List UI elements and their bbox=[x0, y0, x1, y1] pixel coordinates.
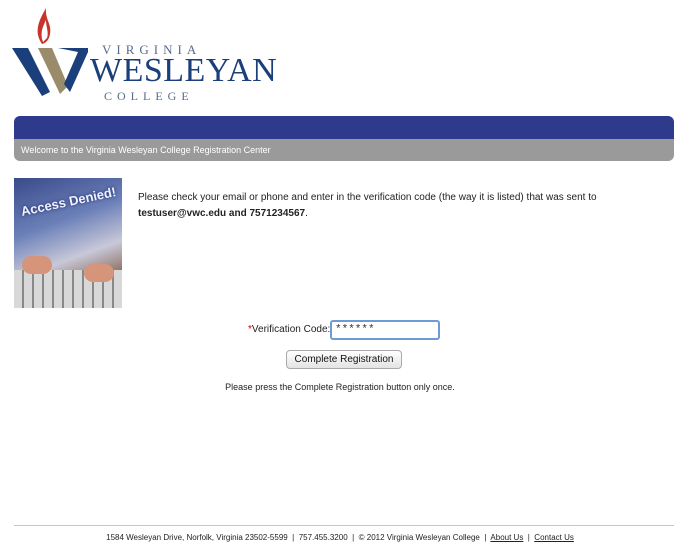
and-word: and bbox=[228, 208, 247, 219]
instructions-body: Please check your email or phone and ent… bbox=[138, 192, 597, 203]
footer-separator: | bbox=[527, 533, 530, 542]
footer-copyright: © 2012 Virginia Wesleyan College bbox=[358, 533, 480, 542]
footer-separator: | bbox=[352, 533, 355, 542]
verification-label: *Verification Code: bbox=[248, 324, 330, 335]
footer-address: 1584 Wesleyan Drive, Norfolk, Virginia 2… bbox=[106, 533, 288, 542]
verification-code-input[interactable] bbox=[330, 320, 440, 340]
submit-note: Please press the Complete Registration b… bbox=[225, 382, 455, 392]
about-us-link[interactable]: About Us bbox=[490, 533, 523, 542]
footer-separator: | bbox=[484, 533, 487, 542]
verification-label-text: Verification Code: bbox=[251, 324, 331, 335]
hand-graphic bbox=[22, 256, 52, 274]
end-period: . bbox=[305, 208, 308, 219]
logo-college: COLLEGE bbox=[104, 89, 194, 103]
college-logo: VIRGINIA WESLEYAN COLLEGE bbox=[12, 4, 277, 104]
footer-divider bbox=[14, 525, 674, 526]
logo-wesleyan: WESLEYAN bbox=[90, 52, 278, 89]
welcome-text: Welcome to the Virginia Wesleyan College… bbox=[21, 145, 271, 155]
image-caption: Access Denied! bbox=[19, 184, 118, 219]
hand-graphic bbox=[84, 264, 114, 282]
welcome-bar: Welcome to the Virginia Wesleyan College… bbox=[14, 139, 674, 161]
email-address: testuser@vwc.edu bbox=[138, 208, 227, 219]
contact-us-link[interactable]: Contact Us bbox=[534, 533, 574, 542]
footer-separator: | bbox=[292, 533, 295, 542]
footer: 1584 Wesleyan Drive, Norfolk, Virginia 2… bbox=[0, 533, 680, 542]
complete-registration-button[interactable]: Complete Registration bbox=[286, 350, 402, 369]
header-bar bbox=[14, 116, 674, 139]
access-denied-image: Access Denied! bbox=[14, 178, 122, 308]
phone-number: 7571234567 bbox=[249, 208, 306, 219]
instructions-text: Please check your email or phone and ent… bbox=[138, 190, 668, 222]
footer-phone: 757.455.3200 bbox=[298, 533, 348, 542]
